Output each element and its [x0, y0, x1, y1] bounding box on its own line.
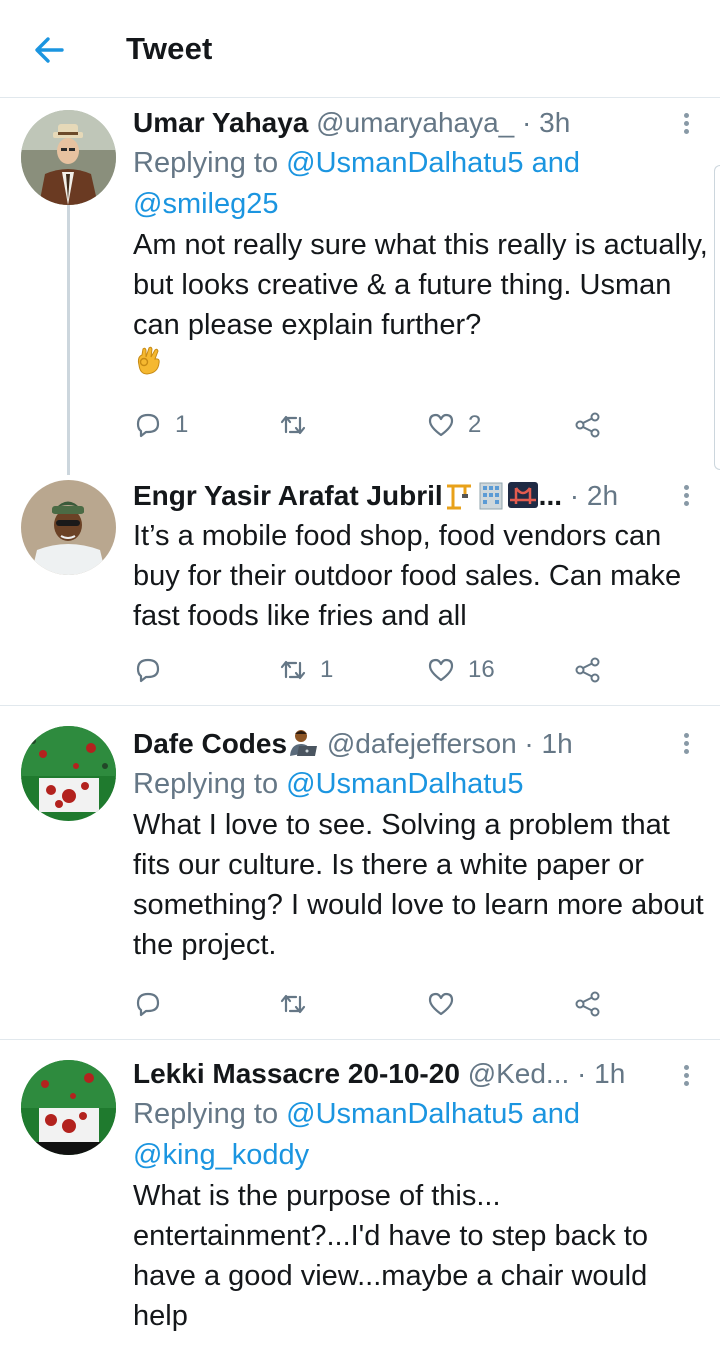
tweet-text: What is the purpose of this... entertain…	[133, 1180, 648, 1332]
back-button[interactable]	[32, 33, 66, 67]
share-icon	[575, 657, 600, 683]
share-button[interactable]	[573, 405, 603, 445]
display-name[interactable]: Lekki Massacre 20-10-20	[133, 1058, 460, 1089]
tweet-actions: 1 2	[133, 405, 613, 445]
display-name[interactable]: Umar Yahaya	[133, 107, 308, 138]
tweet-header: Lekki Massacre 20-10-20 @Ked... · 1h	[133, 1054, 708, 1094]
construction-crane-emoji	[446, 484, 471, 510]
tweet-text: What I love to see. Solving a problem th…	[133, 809, 704, 961]
office-building-emoji	[479, 482, 503, 510]
retweet-button[interactable]	[278, 984, 320, 1024]
replying-prefix: Replying to	[133, 147, 287, 179]
tweet-text: Am not really sure what this really is a…	[133, 229, 708, 341]
dot-separator: ·	[569, 1058, 595, 1089]
retweet-icon	[280, 994, 306, 1014]
top-bar: Tweet	[0, 0, 720, 98]
heart-icon	[428, 992, 454, 1016]
arrow-left-icon	[35, 37, 64, 63]
reply-button[interactable]: 1	[133, 405, 188, 445]
timestamp[interactable]: 1h	[542, 728, 573, 759]
tweet-header: Umar Yahaya @umaryahaya_ · 3h	[133, 103, 708, 143]
share-icon	[575, 412, 600, 438]
replying-joiner: and	[523, 147, 580, 179]
avatar[interactable]	[21, 480, 116, 575]
reply-button[interactable]	[133, 984, 175, 1024]
more-options-button[interactable]	[680, 110, 692, 140]
replying-to: Replying to @UsmanDalhatu5	[133, 764, 708, 805]
tweet-content: Dafe Codes @dafejefferson · 1h Replying …	[133, 724, 708, 965]
like-button[interactable]	[426, 984, 468, 1024]
ok-hand-emoji	[133, 345, 708, 385]
tweet-actions: 1 16	[133, 650, 613, 690]
like-count: 2	[468, 411, 482, 438]
avatar[interactable]	[21, 726, 116, 821]
tweet-content: Umar Yahaya @umaryahaya_ · 3h Replying t…	[133, 103, 708, 385]
username[interactable]: @Ked...	[468, 1058, 570, 1089]
mention-link[interactable]: @UsmanDalhatu5	[286, 1098, 523, 1130]
share-button[interactable]	[573, 650, 603, 690]
timestamp[interactable]: 3h	[539, 107, 570, 138]
name-ellipsis: ...	[538, 480, 563, 511]
scrollbar[interactable]	[714, 165, 720, 470]
mention-link[interactable]: @UsmanDalhatu5	[286, 768, 523, 800]
display-name[interactable]: Engr Yasir Arafat Jubril	[133, 480, 443, 511]
reply-icon	[136, 658, 160, 683]
tweet-header: Dafe Codes @dafejefferson · 1h	[133, 724, 708, 764]
avatar[interactable]	[21, 110, 116, 205]
technologist-emoji	[290, 730, 318, 756]
mention-link[interactable]: @UsmanDalhatu5	[286, 147, 523, 179]
tweet-actions	[133, 984, 613, 1024]
mention-link[interactable]: @king_koddy	[133, 1139, 309, 1171]
timestamp[interactable]: 2h	[587, 480, 618, 511]
like-button[interactable]: 2	[426, 405, 481, 445]
tweet-header: Engr Yasir Arafat Jubril... · 2h	[133, 476, 708, 516]
retweet-icon	[280, 415, 306, 435]
replying-to: Replying to @UsmanDalhatu5 and @smileg25	[133, 143, 708, 225]
username[interactable]: @umaryahaya_	[316, 107, 514, 138]
page-title: Tweet	[126, 31, 213, 66]
like-button[interactable]: 16	[426, 650, 495, 690]
replying-joiner: and	[523, 1098, 580, 1130]
replying-prefix: Replying to	[133, 768, 287, 800]
retweet-icon	[280, 660, 306, 680]
replying-to: Replying to @UsmanDalhatu5 and @king_kod…	[133, 1094, 708, 1176]
dot-separator: ·	[569, 480, 587, 511]
reply-icon	[136, 413, 160, 438]
tweet-item[interactable]: Dafe Codes @dafejefferson · 1h Replying …	[0, 706, 720, 1040]
dot-separator: ·	[514, 107, 540, 138]
replying-prefix: Replying to	[133, 1098, 287, 1130]
like-count: 16	[468, 656, 495, 683]
tweet-item[interactable]: Lekki Massacre 20-10-20 @Ked... · 1h Rep…	[0, 1040, 720, 1346]
reply-button[interactable]	[133, 650, 175, 690]
tweet-content: Engr Yasir Arafat Jubril... · 2h It’s a …	[133, 476, 708, 636]
thread-line	[67, 205, 70, 475]
tweet-item[interactable]: Engr Yasir Arafat Jubril... · 2h It’s a …	[0, 470, 720, 706]
share-icon	[575, 991, 600, 1017]
bridge-at-night-emoji	[507, 482, 538, 508]
retweet-button[interactable]: 1	[278, 650, 333, 690]
dot-separator: ·	[516, 728, 542, 759]
reply-icon	[136, 992, 160, 1017]
avatar[interactable]	[21, 1060, 116, 1155]
heart-icon	[428, 413, 454, 437]
mention-link[interactable]: @smileg25	[133, 188, 279, 220]
heart-icon	[428, 658, 454, 682]
display-name[interactable]: Dafe Codes	[133, 728, 287, 759]
retweet-button[interactable]	[278, 405, 320, 445]
timestamp[interactable]: 1h	[594, 1058, 625, 1089]
share-button[interactable]	[573, 984, 603, 1024]
tweet-text: It’s a mobile food shop, food vendors ca…	[133, 520, 682, 632]
reply-count: 1	[175, 411, 189, 438]
retweet-count: 1	[320, 656, 334, 683]
tweet-content: Lekki Massacre 20-10-20 @Ked... · 1h Rep…	[133, 1054, 708, 1336]
username[interactable]: @dafejefferson	[327, 728, 517, 759]
